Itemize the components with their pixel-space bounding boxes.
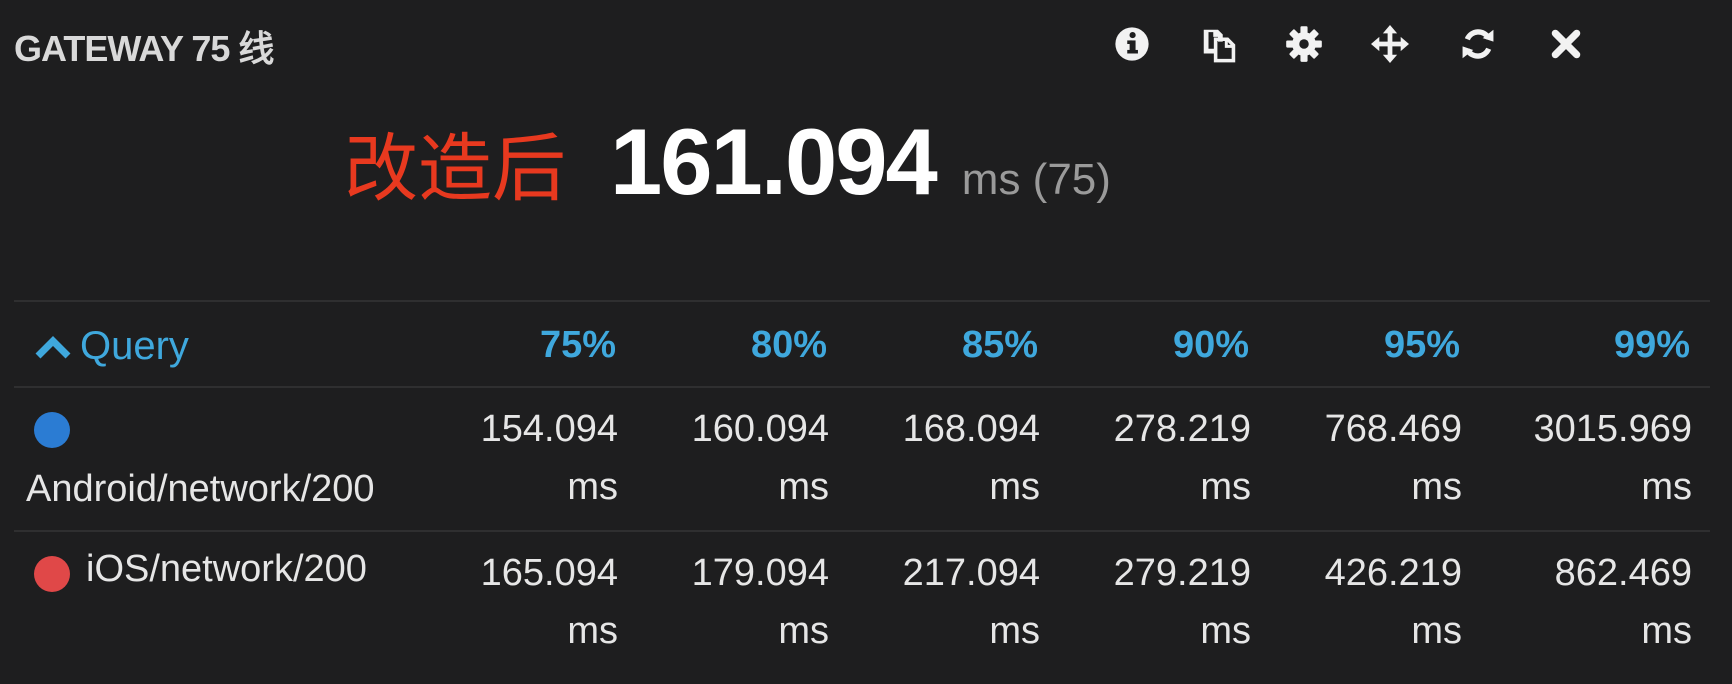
- column-header-95[interactable]: 95%: [1280, 324, 1460, 367]
- gear-icon: [1286, 26, 1322, 62]
- stat-annotation: 改造后: [344, 126, 566, 212]
- value-cell: 160.094 ms: [691, 408, 829, 508]
- series-color-dot: [34, 556, 70, 592]
- chevron-up-icon: [35, 335, 71, 358]
- move-icon: [1371, 25, 1409, 63]
- table-row: Android/network/200 154.094 ms 160.094 ms …: [0, 400, 1732, 540]
- copy-icon: [1203, 29, 1236, 63]
- table-header-row: Query 75% 80% 85% 90% 95% 99%: [0, 306, 1732, 386]
- column-header-90[interactable]: 90%: [1069, 324, 1249, 367]
- panel-title: GATEWAY 75 线: [14, 28, 274, 69]
- row-divider: [14, 530, 1710, 532]
- stat-unit: ms (75): [961, 155, 1111, 204]
- close-icon: [1551, 29, 1581, 59]
- info-button[interactable]: [1108, 20, 1156, 68]
- settings-button[interactable]: [1280, 20, 1328, 68]
- value-cell: 168.094 ms: [902, 408, 1040, 508]
- summary-stat: 改造后 161.094 ms (75): [344, 108, 1111, 216]
- column-header-80[interactable]: 80%: [647, 324, 827, 367]
- refresh-icon: [1462, 29, 1494, 59]
- refresh-button[interactable]: [1454, 20, 1502, 68]
- query-label: Query: [80, 324, 189, 368]
- value-cell: 279.219 ms: [1113, 552, 1251, 652]
- series-label: Android/network/200: [26, 468, 375, 510]
- value-cell: 165.094 ms: [480, 552, 618, 652]
- column-header-99[interactable]: 99%: [1510, 324, 1690, 367]
- value-cell: 426.219 ms: [1324, 552, 1462, 652]
- series-color-dot: [34, 412, 70, 448]
- gateway-panel: GATEWAY 75 线 改造后 161.094 ms (75) Query 7…: [0, 0, 1732, 680]
- table-top-divider: [14, 300, 1710, 302]
- value-cell: 862.469 ms: [1554, 552, 1692, 652]
- series-label: iOS/network/200: [86, 548, 367, 590]
- info-icon: [1115, 27, 1149, 61]
- stat-value: 161.094: [610, 109, 938, 214]
- value-cell: 278.219 ms: [1113, 408, 1251, 508]
- value-cell: 154.094 ms: [480, 408, 618, 508]
- header-divider: [14, 386, 1710, 388]
- copy-button[interactable]: [1194, 20, 1242, 68]
- value-cell: 217.094 ms: [902, 552, 1040, 652]
- table-row: iOS/network/200 165.094 ms 179.094 ms 217.…: [0, 544, 1732, 684]
- column-header-85[interactable]: 85%: [858, 324, 1038, 367]
- column-header-75[interactable]: 75%: [436, 324, 616, 367]
- value-cell: 179.094 ms: [691, 552, 829, 652]
- query-sort-header[interactable]: Query: [34, 324, 189, 369]
- value-cell: 768.469 ms: [1324, 408, 1462, 508]
- close-button[interactable]: [1542, 20, 1590, 68]
- move-button[interactable]: [1366, 20, 1414, 68]
- value-cell: 3015.969 ms: [1533, 408, 1693, 508]
